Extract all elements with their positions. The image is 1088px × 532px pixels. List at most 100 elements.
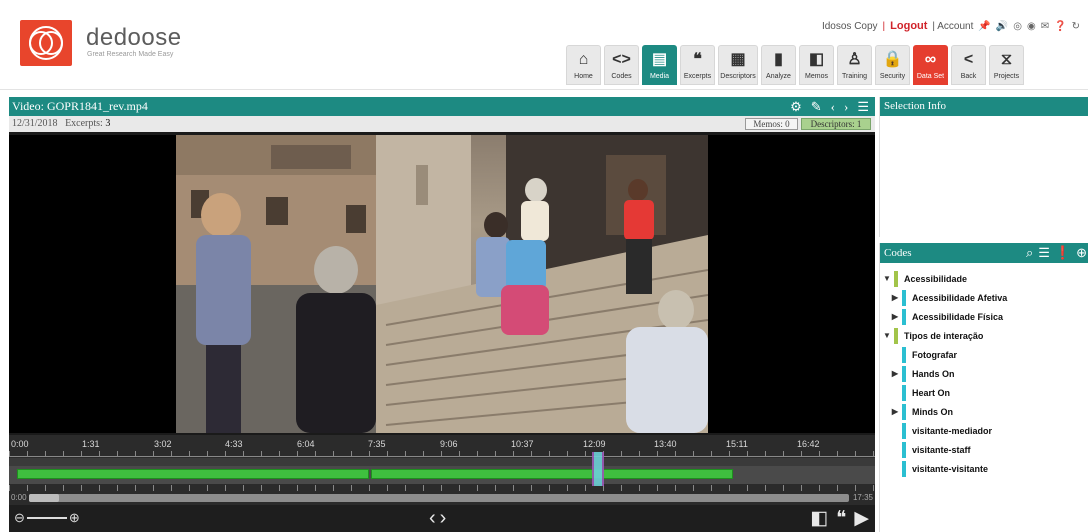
- filter-icon[interactable]: ☰: [1038, 243, 1050, 263]
- code-item[interactable]: visitante-staff: [880, 440, 1088, 459]
- code-color-chip: [902, 289, 906, 306]
- code-label: visitante-staff: [912, 444, 971, 455]
- selection-info-title: Selection Info: [880, 97, 1088, 116]
- nav-memos[interactable]: ◧ Memos: [799, 45, 834, 85]
- zoom-in-icon[interactable]: ⊕: [69, 510, 80, 526]
- play-icon[interactable]: ▶: [854, 507, 869, 530]
- code-item[interactable]: visitante-visitante: [880, 459, 1088, 478]
- descriptors-tag[interactable]: Descriptors: 1: [801, 118, 871, 130]
- playhead[interactable]: [592, 452, 604, 486]
- code-color-chip: [894, 270, 898, 287]
- timeline-ruler-lower: [9, 485, 875, 491]
- video-info-bar: 12/31/2018 Excerpts: 3 Memos: 0 Descript…: [9, 116, 875, 132]
- mail-icon[interactable]: ✉: [1041, 21, 1049, 32]
- code-item[interactable]: Fotografar: [880, 345, 1088, 364]
- code-item[interactable]: ▶ Acessibilidade Afetiva: [880, 288, 1088, 307]
- code-color-chip: [902, 441, 906, 458]
- code-item[interactable]: ▶ Acessibilidade Física: [880, 307, 1088, 326]
- nav-codes[interactable]: <> Codes: [604, 45, 639, 85]
- code-item[interactable]: visitante-mediador: [880, 421, 1088, 440]
- code-label: Acessibilidade Afetiva: [912, 292, 1008, 303]
- nav-security-label: Security: [879, 73, 906, 80]
- chat-icon[interactable]: ◉: [1027, 21, 1036, 32]
- nav-projects[interactable]: ⧖ Projects: [989, 45, 1024, 85]
- code-item[interactable]: Heart On: [880, 383, 1088, 402]
- next-icon[interactable]: ›: [844, 97, 848, 116]
- nav-analyze[interactable]: ▮ Analyze: [761, 45, 796, 85]
- zoom-slider[interactable]: [26, 517, 67, 519]
- timeline-scroll-track[interactable]: [29, 494, 849, 502]
- lock-icon: 🔒: [882, 51, 903, 68]
- previous-icon[interactable]: ‹: [831, 97, 835, 116]
- add-icon[interactable]: ⊕: [1076, 243, 1087, 263]
- next-excerpt-icon[interactable]: ›: [440, 507, 451, 529]
- expand-icon[interactable]: ▶: [888, 293, 902, 302]
- memos-tag[interactable]: Memos: 0: [745, 118, 798, 130]
- help-icon[interactable]: ❓: [1054, 21, 1066, 32]
- tick-label: 9:06: [440, 439, 458, 449]
- nav-excerpts[interactable]: ❝ Excerpts: [680, 45, 715, 85]
- quote-icon: ❝: [693, 51, 702, 68]
- home-icon: ⌂: [578, 51, 589, 68]
- excerpt-bar[interactable]: [17, 469, 369, 479]
- expand-icon[interactable]: ▶: [888, 312, 902, 321]
- codes-panel: Codes ⌕ ☰ ❗ ⊕ ▼ Acessibilidade ▶ Acessib…: [879, 243, 1088, 532]
- video-frame[interactable]: [176, 135, 708, 433]
- code-item[interactable]: ▶ Hands On: [880, 364, 1088, 383]
- account-link[interactable]: | Account: [932, 21, 973, 32]
- gear-icon[interactable]: ⚙: [790, 97, 802, 116]
- nav-back[interactable]: < Back: [951, 45, 986, 85]
- nav-training[interactable]: ♙ Training: [837, 45, 872, 85]
- tick-label: 16:42: [797, 439, 820, 449]
- search-icon[interactable]: ⌕: [1026, 243, 1033, 263]
- edit-icon[interactable]: ✎: [811, 97, 822, 116]
- code-label: Fotografar: [912, 349, 957, 360]
- codes-icon: <>: [612, 51, 631, 68]
- tick-label: 15:11: [726, 439, 748, 449]
- nav-projects-label: Projects: [993, 73, 1020, 80]
- code-item[interactable]: ▼ Acessibilidade: [880, 269, 1088, 288]
- code-item[interactable]: ▶ Minds On: [880, 402, 1088, 421]
- code-color-chip: [902, 460, 906, 477]
- nav-codes-label: Codes: [611, 73, 632, 80]
- code-color-chip: [902, 308, 906, 325]
- timeline-divider: [9, 458, 875, 466]
- codes-title: Codes: [884, 247, 912, 259]
- code-label: visitante-mediador: [912, 425, 993, 436]
- quote-icon[interactable]: ❝: [836, 507, 846, 530]
- expand-icon[interactable]: ▶: [888, 369, 902, 378]
- prev-excerpt-icon[interactable]: ‹: [429, 507, 440, 529]
- excerpt-bar[interactable]: [371, 469, 733, 479]
- video-player[interactable]: [9, 135, 875, 433]
- scroll-end-label: 17:35: [852, 493, 873, 502]
- refresh-icon[interactable]: ↻: [1072, 21, 1080, 32]
- nav-excerpts-label: Excerpts: [683, 73, 712, 80]
- check-circle-icon[interactable]: ◎: [1013, 21, 1022, 32]
- list-icon[interactable]: ☰: [857, 97, 869, 116]
- back-icon: <: [963, 51, 974, 68]
- logout-link[interactable]: Logout: [890, 20, 927, 32]
- nav-media[interactable]: ▤ Media: [642, 45, 677, 85]
- memo-icon[interactable]: ◧: [810, 507, 828, 530]
- nav-data-set[interactable]: ∞ Data Set: [913, 45, 948, 85]
- expand-icon[interactable]: ▶: [888, 407, 902, 416]
- tick-label: 4:33: [225, 439, 243, 449]
- code-item[interactable]: ▼ Tipos de interação: [880, 326, 1088, 345]
- timeline[interactable]: 0:00 1:31 3:02 4:33 6:04 7:35 9:06 10:37…: [9, 435, 875, 532]
- nav-descriptors[interactable]: ▦ Descriptors: [718, 45, 758, 85]
- dedoose-logo[interactable]: [20, 20, 72, 66]
- nav-home[interactable]: ⌂ Home: [566, 45, 601, 85]
- zoom-out-icon[interactable]: ⊖: [14, 510, 25, 526]
- volume-icon[interactable]: 🔊: [996, 21, 1008, 32]
- codes-title-bar: Codes ⌕ ☰ ❗ ⊕: [880, 243, 1088, 263]
- brand-tagline: Great Research Made Easy: [87, 51, 174, 58]
- nav-media-label: Media: [649, 73, 670, 80]
- info-icon[interactable]: ❗: [1055, 243, 1071, 263]
- collapse-icon[interactable]: ▼: [880, 274, 894, 283]
- binoculars-icon: ∞: [924, 51, 937, 68]
- pin-icon[interactable]: 📌: [978, 21, 990, 32]
- collapse-icon[interactable]: ▼: [880, 331, 894, 340]
- timeline-scroll-thumb[interactable]: [29, 494, 59, 502]
- code-label: visitante-visitante: [912, 463, 989, 474]
- nav-security[interactable]: 🔒 Security: [875, 45, 910, 85]
